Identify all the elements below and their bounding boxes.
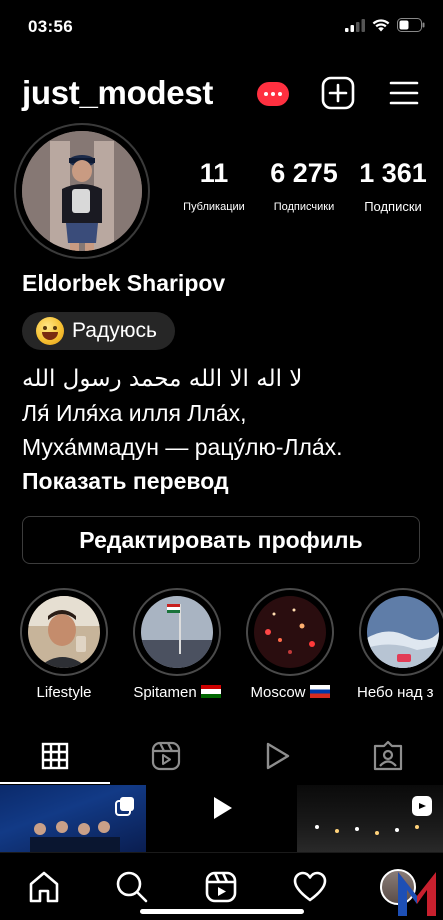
posts-grid bbox=[0, 785, 443, 853]
highlight-label: Moscow bbox=[244, 684, 336, 701]
posts-count: 11 bbox=[199, 158, 229, 188]
post-thumbnail[interactable] bbox=[148, 785, 295, 853]
tab-grid[interactable] bbox=[0, 728, 110, 784]
stat-followers[interactable]: 6 275 Подписчики bbox=[262, 158, 346, 213]
highlight-label: Spitamen bbox=[131, 684, 223, 701]
profile-header: just_modest bbox=[0, 70, 443, 118]
posts-label: Публикации bbox=[183, 201, 245, 213]
nav-search[interactable] bbox=[114, 869, 150, 905]
highlight-ring bbox=[20, 588, 108, 676]
highlight-ring bbox=[359, 588, 443, 676]
tab-videos[interactable] bbox=[222, 728, 332, 784]
story-highlights: Lifestyle Spitamen Moscow Небо над з bbox=[0, 588, 443, 708]
show-translation-link[interactable]: Показать перевод bbox=[22, 464, 432, 498]
grinning-face-icon bbox=[36, 317, 64, 345]
highlight-label: Lifestyle bbox=[36, 684, 92, 701]
highlight-spitamen[interactable]: Spitamen bbox=[131, 588, 223, 701]
home-indicator bbox=[140, 909, 304, 914]
following-label: Подписки bbox=[364, 199, 422, 214]
russia-flag-icon bbox=[309, 685, 330, 698]
highlight-label-text: Spitamen bbox=[133, 684, 197, 701]
signal-icon bbox=[345, 18, 365, 32]
profile-avatar[interactable] bbox=[22, 131, 142, 251]
highlight-label-text: Moscow bbox=[250, 684, 306, 701]
status-bar: 03:56 bbox=[0, 0, 443, 52]
mood-label: Радуюсь bbox=[72, 319, 157, 342]
bio-line-2: Ля́ Иля́ха илля Лла́х, bbox=[22, 400, 247, 426]
post-thumbnail[interactable] bbox=[0, 785, 147, 853]
tajikistan-flag-icon bbox=[200, 685, 221, 698]
stat-following[interactable]: 1 361 Подписки bbox=[350, 158, 436, 214]
nav-reels[interactable] bbox=[203, 869, 239, 905]
highlight-label: Небо над з bbox=[357, 684, 434, 701]
tab-reels[interactable] bbox=[111, 728, 221, 784]
nav-home[interactable] bbox=[26, 869, 62, 905]
profile-tabs bbox=[0, 728, 443, 784]
followers-count: 6 275 bbox=[270, 158, 338, 188]
highlight-ring bbox=[246, 588, 334, 676]
reel-icon bbox=[411, 796, 432, 816]
menu-button[interactable] bbox=[389, 78, 419, 108]
highlight-cover bbox=[254, 596, 326, 668]
heart-icon bbox=[293, 871, 327, 902]
home-icon bbox=[29, 871, 59, 903]
carousel-icon bbox=[115, 797, 135, 816]
reels-icon bbox=[205, 871, 237, 903]
edit-profile-button[interactable]: Редактировать профиль bbox=[22, 516, 420, 564]
bio: لا اله الا الله محمد رسول الله Ля́ Иля́х… bbox=[22, 362, 432, 498]
battery-icon bbox=[397, 18, 425, 32]
clock: 03:56 bbox=[28, 17, 73, 36]
reels-icon bbox=[151, 741, 181, 771]
grid-icon bbox=[41, 742, 69, 770]
followers-label: Подписчики bbox=[273, 201, 335, 213]
notification-badge[interactable] bbox=[257, 82, 289, 106]
stat-posts[interactable]: 11 Публикации bbox=[172, 158, 256, 213]
tagged-icon bbox=[373, 740, 403, 771]
tab-tagged[interactable] bbox=[333, 728, 443, 784]
play-icon bbox=[266, 742, 290, 770]
mood-badge[interactable]: Радуюсь bbox=[22, 312, 175, 350]
m-logo-icon bbox=[398, 872, 436, 916]
new-post-button[interactable] bbox=[321, 76, 355, 110]
full-name: Eldorbek Sharipov bbox=[22, 270, 226, 296]
following-count: 1 361 bbox=[359, 158, 427, 188]
username[interactable]: just_modest bbox=[22, 74, 213, 112]
search-icon bbox=[116, 871, 148, 903]
bottom-navigation bbox=[0, 852, 443, 920]
highlight-cover bbox=[141, 596, 213, 668]
highlight-moscow[interactable]: Moscow bbox=[244, 588, 336, 701]
status-icons bbox=[345, 18, 425, 32]
bio-line-3: Муха́ммадун — рацу́лю-Лла́х. bbox=[22, 434, 343, 460]
video-play-icon bbox=[214, 797, 233, 819]
highlight-ring bbox=[133, 588, 221, 676]
wifi-icon bbox=[372, 18, 390, 31]
post-thumbnail[interactable] bbox=[296, 785, 443, 853]
bio-line-arabic: لا اله الا الله محمد رسول الله bbox=[22, 366, 303, 392]
highlight-lifestyle[interactable]: Lifestyle bbox=[18, 588, 110, 701]
nav-activity[interactable] bbox=[292, 869, 328, 905]
active-tab-indicator bbox=[0, 782, 110, 784]
highlight-cover bbox=[28, 596, 100, 668]
highlight-sky[interactable]: Небо над з bbox=[357, 588, 443, 701]
highlight-cover bbox=[367, 596, 439, 668]
